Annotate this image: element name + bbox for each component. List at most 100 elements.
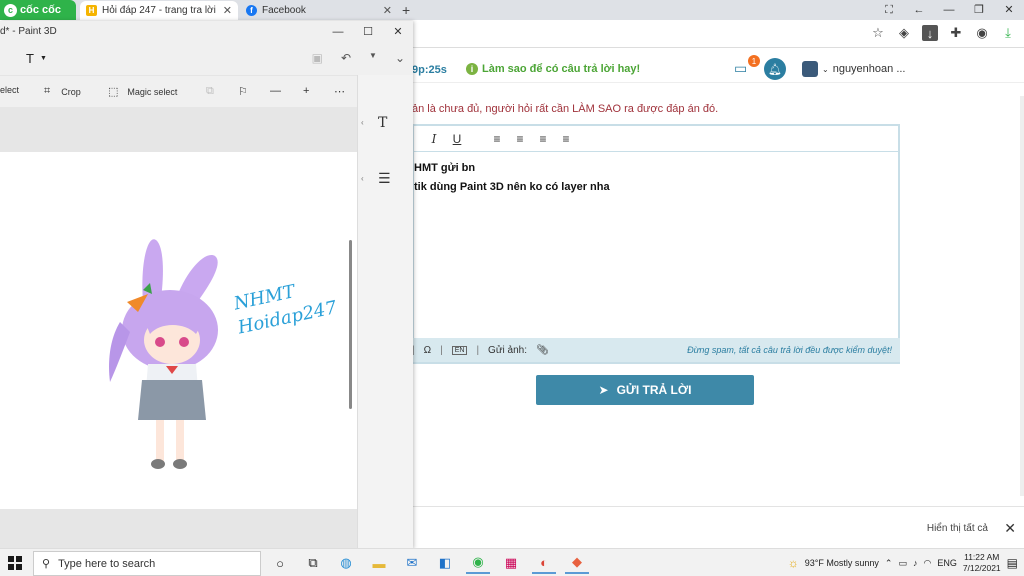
underline-button[interactable]: U <box>451 132 463 146</box>
file-explorer-icon[interactable]: ▬ <box>367 552 391 574</box>
chevron-left-icon[interactable]: ‹ <box>361 174 364 183</box>
bell-icon[interactable]: 🔔︎ <box>764 58 786 80</box>
edge-icon[interactable]: ◍ <box>334 552 358 574</box>
weather-text[interactable]: 93°F Mostly sunny <box>805 558 879 568</box>
account-icon[interactable]: ◉ <box>974 25 990 41</box>
close-window-button[interactable]: ✕ <box>994 0 1024 20</box>
answer-notice: ản là chưa đủ, người hỏi rất cần LÀM SAO… <box>412 103 719 115</box>
align-center-button[interactable]: ≡ <box>514 132 526 146</box>
paperclip-icon[interactable]: 📎︎ <box>536 345 549 356</box>
minimize-button[interactable]: — <box>934 0 964 20</box>
avatar <box>802 61 818 77</box>
show-all-link[interactable]: Hiển thị tất cả <box>927 523 988 534</box>
messages-icon[interactable]: ▭ 1 <box>734 55 760 78</box>
mail-icon[interactable]: ✉ <box>400 552 424 574</box>
clock[interactable]: 11:22 AM 7/12/2021 <box>963 552 1001 574</box>
image-upload-label[interactable]: Gửi ảnh: <box>488 345 527 356</box>
notification-center-icon[interactable]: ▤ <box>1007 556 1018 570</box>
tip-link[interactable]: i Làm sao để có câu trả lời hay! <box>466 63 640 75</box>
chrome-icon[interactable]: ◐ <box>532 552 556 574</box>
chevron-down-icon: ⌄ <box>822 64 829 74</box>
puzzle-icon[interactable]: ✚ <box>948 25 964 41</box>
close-icon[interactable]: ✕ <box>1004 520 1016 537</box>
close-window-button[interactable]: ✕ <box>383 21 413 43</box>
tab-facebook[interactable]: f Facebook ✕ <box>240 1 398 20</box>
keyboard-lang-button[interactable]: EN <box>451 345 468 355</box>
tab-close-icon[interactable]: ✕ <box>223 4 232 17</box>
chevron-left-icon[interactable]: ‹ <box>361 118 364 127</box>
zoom-out-icon[interactable]: — <box>270 85 281 97</box>
omega-icon[interactable]: Ω <box>424 345 431 356</box>
dell-icon[interactable]: ◧ <box>433 552 457 574</box>
drawing-canvas[interactable]: NHMT Hoidap247 <box>0 152 357 509</box>
cortana-icon[interactable]: ○ <box>268 552 292 574</box>
wifi-icon[interactable]: ◠ <box>923 558 931 569</box>
paint3d-toolbar: elect ⌗ Crop ⬚ Magic select ⧉ ⚐ — + ⋯ <box>0 75 357 107</box>
paste-icon[interactable]: ▣ <box>312 51 323 65</box>
answer-editor[interactable]: I U ≡ ≡ ≡ ≡ HMT gửi bn tik dùng Paint 3D… <box>412 124 900 364</box>
star-icon[interactable]: ☆ <box>870 25 886 41</box>
minimize-button[interactable]: — <box>323 21 353 43</box>
store-icon[interactable]: ▦ <box>499 552 523 574</box>
download-arrow-icon[interactable]: ↓ <box>922 25 938 41</box>
italic-button[interactable]: I <box>428 132 440 146</box>
hoidap-favicon-icon: H <box>86 5 97 16</box>
magic-select-label: Magic select <box>127 86 178 97</box>
magic-select-tool[interactable]: ⬚ Magic select <box>108 85 177 98</box>
canvas-margin-top <box>0 107 357 152</box>
align-right-button[interactable]: ≡ <box>537 132 549 146</box>
tab-label: Hỏi đáp 247 - trang tra lời <box>102 5 216 16</box>
page-scrollbar[interactable] <box>1020 96 1024 496</box>
collapse-menu-icon[interactable]: ⌄ <box>395 51 405 65</box>
volume-icon[interactable]: ♪ <box>913 558 918 568</box>
taskbar-search-box[interactable]: ⚲ Type here to search <box>33 551 261 576</box>
editor-body[interactable]: HMT gửi bn tik dùng Paint 3D nên ko có l… <box>414 152 898 193</box>
back-window-icon[interactable]: ← <box>904 0 934 20</box>
search-icon: ⚲ <box>42 558 51 570</box>
username: nguyenhoan ... <box>832 63 906 75</box>
crop-tool[interactable]: ⌗ Crop <box>44 85 81 98</box>
picture-in-picture-icon[interactable]: ⛶ <box>874 0 904 20</box>
coccoc-logo-icon: c <box>4 3 17 17</box>
select-tool[interactable]: elect <box>0 85 19 95</box>
text-panel-icon[interactable]: T <box>378 115 387 131</box>
history-dropdown-icon[interactable]: ▼ <box>369 51 377 65</box>
weather-icon[interactable]: ☼ <box>788 556 799 570</box>
restore-button[interactable]: ❐ <box>964 0 994 20</box>
copy-icon[interactable]: ⧉ <box>206 85 214 98</box>
undo-icon[interactable]: ↶ <box>341 51 351 65</box>
task-view-icon[interactable]: ⧉ <box>301 552 325 574</box>
shield-icon[interactable]: ◈ <box>896 25 912 41</box>
facebook-favicon-icon: f <box>246 5 257 16</box>
coccoc-taskbar-icon[interactable]: ◉ <box>466 552 490 574</box>
paint3d-titlebar: d* - Paint 3D — ☐ ✕ <box>0 21 413 43</box>
text-tool-button[interactable]: T <box>26 51 34 66</box>
tab-close-icon[interactable]: ✕ <box>383 4 392 17</box>
new-tab-button[interactable]: + <box>402 2 410 18</box>
windows-start-icon[interactable] <box>8 556 22 570</box>
zoom-in-icon[interactable]: + <box>303 85 309 97</box>
paint3d-taskbar-icon[interactable]: ◆ <box>565 552 589 574</box>
brand-label: cốc cốc <box>20 4 61 16</box>
justify-button[interactable]: ≡ <box>560 132 572 146</box>
user-menu[interactable]: ⌄ nguyenhoan ... <box>802 61 906 77</box>
canvas-scrollbar[interactable] <box>349 240 352 409</box>
tab-label: Facebook <box>262 5 306 16</box>
language-indicator[interactable]: ENG <box>937 558 957 568</box>
more-options-icon[interactable]: ⋯ <box>334 85 345 98</box>
adjust-sliders-icon[interactable]: ☰ <box>378 170 391 187</box>
submit-answer-button[interactable]: ➤ GỬI TRẢ LỜI <box>536 375 754 405</box>
select-label: elect <box>0 85 20 95</box>
download-icon[interactable]: ⤓ <box>1000 25 1016 41</box>
paint3d-side-panel: ‹ T ‹ ☰ <box>357 75 413 549</box>
maximize-button[interactable]: ☐ <box>353 21 383 43</box>
date: 7/12/2021 <box>962 563 1001 573</box>
countdown-timer: 9p:25s <box>412 64 447 76</box>
tab-hoidap247[interactable]: H Hỏi đáp 247 - trang tra lời ✕ <box>80 1 238 20</box>
crop-label: Crop <box>61 86 81 97</box>
browser-brand-button[interactable]: c cốc cốc <box>0 0 76 20</box>
chevron-up-icon[interactable]: ⌃ <box>885 558 893 569</box>
battery-icon[interactable]: ▭ <box>898 558 907 569</box>
align-left-button[interactable]: ≡ <box>491 132 503 146</box>
flag-icon[interactable]: ⚐ <box>238 85 248 98</box>
